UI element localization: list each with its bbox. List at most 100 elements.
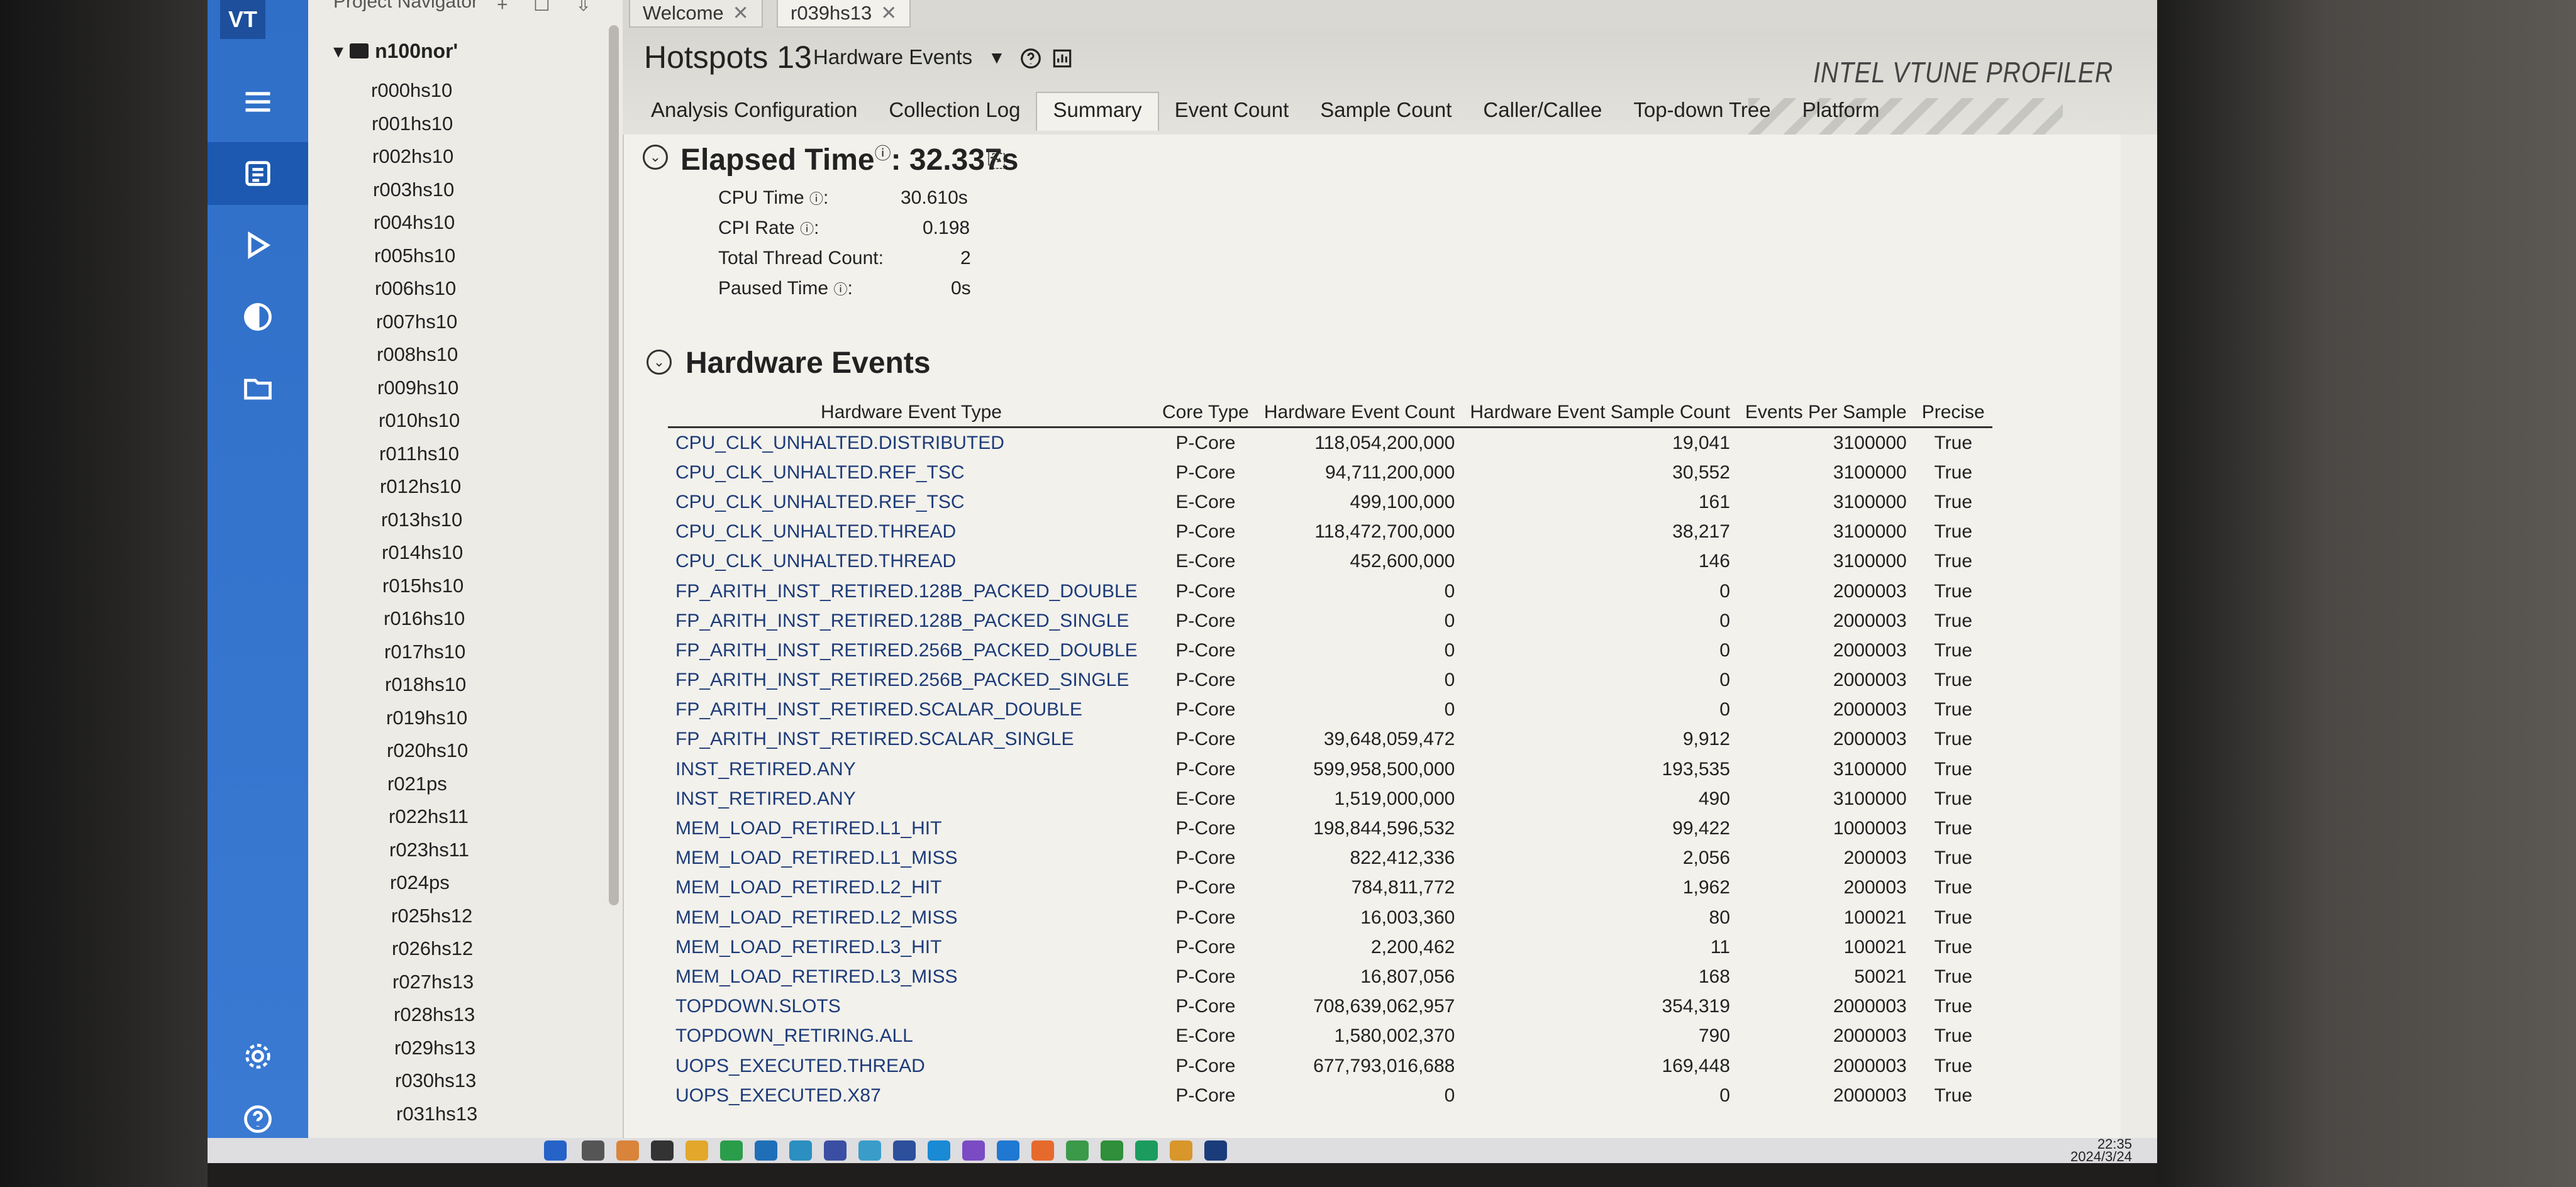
run-icon[interactable] bbox=[208, 214, 308, 277]
result-item[interactable]: r028hs13 bbox=[371, 998, 477, 1032]
result-item[interactable]: r023hs11 bbox=[371, 834, 477, 867]
close-icon[interactable]: ✕ bbox=[733, 2, 749, 25]
taskbar-app-icon[interactable] bbox=[755, 1140, 777, 1161]
collapse-toggle-icon[interactable]: ⌄ bbox=[647, 350, 672, 375]
navigator-toolbar[interactable]: + ☐ ⇩ bbox=[497, 0, 601, 16]
result-item[interactable]: r016hs10 bbox=[371, 602, 477, 636]
tab-sample-count[interactable]: Sample Count bbox=[1304, 98, 1467, 131]
chevron-down-icon[interactable]: ▼ bbox=[988, 48, 1006, 68]
result-item[interactable]: r005hs10 bbox=[371, 240, 477, 273]
project-root[interactable]: ▾ n100nor' bbox=[333, 39, 458, 63]
table-row[interactable]: CPU_CLK_UNHALTED.THREAD P-Core 118,472,700… bbox=[668, 517, 1992, 547]
result-item[interactable]: r014hs10 bbox=[371, 536, 477, 570]
settings-gear-icon[interactable] bbox=[208, 1025, 308, 1088]
tab-analysis-configuration[interactable]: Analysis Configuration bbox=[635, 98, 873, 131]
result-item[interactable]: r024ps bbox=[371, 866, 477, 900]
system-clock[interactable]: 22:35 2024/3/24 bbox=[2070, 1137, 2132, 1164]
expand-triangle-icon[interactable]: ▾ bbox=[333, 39, 343, 63]
table-row[interactable]: MEM_LOAD_RETIRED.L1_MISS P-Core 822,412,33… bbox=[668, 844, 1992, 873]
compare-icon[interactable] bbox=[208, 285, 308, 348]
taskbar-app-icon[interactable] bbox=[720, 1140, 743, 1161]
navigator-scrollbar[interactable] bbox=[609, 25, 619, 905]
column-header[interactable]: Hardware Event Count bbox=[1256, 399, 1463, 428]
result-item[interactable]: r020hs10 bbox=[371, 734, 477, 768]
table-row[interactable]: CPU_CLK_UNHALTED.THREAD E-Core 452,600,000… bbox=[668, 547, 1992, 577]
tab-collection-log[interactable]: Collection Log bbox=[873, 98, 1036, 131]
table-row[interactable]: FP_ARITH_INST_RETIRED.SCALAR_DOUBLE P-Cor… bbox=[668, 695, 1992, 725]
result-item[interactable]: r026hs12 bbox=[371, 932, 477, 966]
result-item[interactable]: r025hs12 bbox=[371, 900, 477, 933]
result-item[interactable]: r007hs10 bbox=[371, 306, 477, 339]
open-folder-icon[interactable] bbox=[208, 357, 308, 420]
result-item[interactable]: r027hs13 bbox=[371, 966, 477, 999]
taskbar-app-icon[interactable] bbox=[858, 1140, 881, 1161]
edge-icon[interactable] bbox=[928, 1140, 950, 1161]
table-row[interactable]: MEM_LOAD_RETIRED.L3_HIT P-Core 2,200,462 11… bbox=[668, 932, 1992, 962]
tab-top-down-tree[interactable]: Top-down Tree bbox=[1618, 98, 1786, 131]
result-item[interactable]: r009hs10 bbox=[371, 372, 477, 405]
table-row[interactable]: FP_ARITH_INST_RETIRED.256B_PACKED_DOUBLE… bbox=[668, 636, 1992, 665]
taskbar-app-icon[interactable] bbox=[824, 1140, 847, 1161]
vtune-taskbar-icon[interactable] bbox=[1204, 1140, 1227, 1161]
table-row[interactable]: CPU_CLK_UNHALTED.REF_TSC E-Core 499,100,00… bbox=[668, 487, 1992, 517]
taskbar-app-icon[interactable] bbox=[1170, 1140, 1192, 1161]
table-row[interactable]: FP_ARITH_INST_RETIRED.128B_PACKED_SINGLE… bbox=[668, 606, 1992, 636]
viewpoint-selector[interactable]: Hardware Events bbox=[813, 45, 972, 69]
result-item[interactable]: r017hs10 bbox=[371, 636, 477, 669]
result-item[interactable]: r021ps bbox=[371, 768, 477, 801]
table-row[interactable]: CPU_CLK_UNHALTED.DISTRIBUTED P-Core 118,05… bbox=[668, 428, 1992, 458]
report-icon[interactable] bbox=[1050, 47, 1074, 70]
table-row[interactable]: MEM_LOAD_RETIRED.L3_MISS P-Core 16,807,056… bbox=[668, 962, 1992, 991]
table-row[interactable]: UOPS_EXECUTED.X87 P-Core 0 0 2000003 True bbox=[668, 1081, 1992, 1110]
copy-icon[interactable]: ⎘ bbox=[987, 146, 1006, 173]
search-icon[interactable] bbox=[582, 1140, 604, 1161]
result-item[interactable]: r030hs13 bbox=[371, 1064, 477, 1098]
column-header[interactable]: Hardware Event Type bbox=[668, 399, 1155, 428]
result-item[interactable]: r011hs10 bbox=[371, 438, 477, 471]
taskbar-app-icon[interactable] bbox=[651, 1140, 674, 1161]
taskbar-app-icon[interactable] bbox=[893, 1140, 916, 1161]
tab-result[interactable]: r039hs13 ✕ bbox=[777, 0, 911, 28]
result-item[interactable]: r029hs13 bbox=[371, 1032, 477, 1065]
taskbar-app-icon[interactable] bbox=[1101, 1140, 1123, 1161]
column-header[interactable]: Precise bbox=[1914, 399, 1992, 428]
result-item[interactable]: r022hs11 bbox=[371, 800, 477, 834]
taskbar-app-icon[interactable] bbox=[997, 1140, 1019, 1161]
taskbar-app-icon[interactable] bbox=[616, 1140, 639, 1161]
result-item[interactable]: r015hs10 bbox=[371, 570, 477, 603]
tab-summary[interactable]: Summary bbox=[1036, 92, 1159, 131]
wechat-icon[interactable] bbox=[1135, 1140, 1158, 1161]
tab-welcome[interactable]: Welcome ✕ bbox=[629, 0, 763, 28]
chrome-icon[interactable] bbox=[1066, 1140, 1089, 1161]
table-row[interactable]: TOPDOWN.SLOTS P-Core 708,639,062,957 354,31… bbox=[668, 992, 1992, 1022]
table-row[interactable]: MEM_LOAD_RETIRED.L2_HIT P-Core 784,811,772… bbox=[668, 873, 1992, 903]
table-row[interactable]: TOPDOWN_RETIRING.ALL E-Core 1,580,002,370 7… bbox=[668, 1022, 1992, 1051]
table-row[interactable]: MEM_LOAD_RETIRED.L1_HIT P-Core 198,844,596… bbox=[668, 814, 1992, 843]
table-row[interactable]: INST_RETIRED.ANY P-Core 599,958,500,000 193… bbox=[668, 754, 1992, 784]
visual-studio-icon[interactable] bbox=[962, 1140, 985, 1161]
tab-platform[interactable]: Platform bbox=[1787, 98, 1896, 131]
result-item[interactable]: r001hs10 bbox=[371, 108, 477, 141]
result-item[interactable]: r018hs10 bbox=[371, 668, 477, 702]
table-row[interactable]: FP_ARITH_INST_RETIRED.256B_PACKED_SINGLE… bbox=[668, 666, 1992, 695]
menu-icon[interactable] bbox=[208, 70, 308, 133]
result-item[interactable]: r008hs10 bbox=[371, 338, 477, 372]
firefox-icon[interactable] bbox=[1031, 1140, 1054, 1161]
tab-event-count[interactable]: Event Count bbox=[1159, 98, 1305, 131]
table-row[interactable]: FP_ARITH_INST_RETIRED.SCALAR_SINGLE P-Cor… bbox=[668, 725, 1992, 754]
result-item[interactable]: r031hs13 bbox=[371, 1098, 477, 1131]
result-item[interactable]: r002hs10 bbox=[371, 140, 477, 174]
table-row[interactable]: CPU_CLK_UNHALTED.REF_TSC P-Core 94,711,200… bbox=[668, 458, 1992, 487]
column-header[interactable]: Hardware Event Sample Count bbox=[1462, 399, 1738, 428]
result-item[interactable]: r000hs10 bbox=[371, 74, 477, 108]
taskbar-app-icon[interactable] bbox=[789, 1140, 812, 1161]
table-row[interactable]: FP_ARITH_INST_RETIRED.128B_PACKED_DOUBLE… bbox=[668, 577, 1992, 606]
result-item[interactable]: r006hs10 bbox=[371, 272, 477, 306]
collapse-toggle-icon[interactable]: ⌄ bbox=[643, 145, 668, 170]
result-item[interactable]: r003hs10 bbox=[371, 174, 477, 207]
file-explorer-icon[interactable] bbox=[686, 1140, 708, 1161]
column-header[interactable]: Core Type bbox=[1155, 399, 1257, 428]
close-icon[interactable]: ✕ bbox=[880, 2, 897, 25]
result-item[interactable]: r019hs10 bbox=[371, 702, 477, 735]
tab-caller-callee[interactable]: Caller/Callee bbox=[1467, 98, 1618, 131]
